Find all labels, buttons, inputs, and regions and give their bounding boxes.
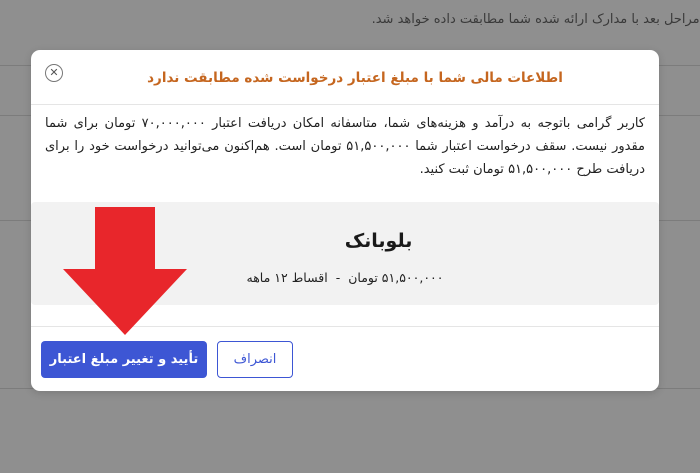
loan-amount: ۵۱,۵۰۰,۰۰۰ تومان <box>348 270 444 285</box>
blu-logo-icon: blu <box>251 224 340 258</box>
background-text: ر مراحل بعد با مدارک ارائه شده شما مطابق… <box>371 12 700 27</box>
title-divider <box>31 104 659 105</box>
svg-text:blu: blu <box>296 225 297 254</box>
loan-installments: اقساط ۱۲ ماهه <box>246 270 328 285</box>
close-icon[interactable]: ✕ <box>45 64 63 82</box>
red-down-arrow-icon <box>63 207 187 335</box>
brand-name: بلوبانک <box>344 230 413 252</box>
dialog-description: کاربر گرامی باتوجه به درآمد و هزینه‌های … <box>45 116 645 177</box>
dialog-title: اطلاعات مالی شما با مبلغ اعتبار درخواست … <box>147 70 563 86</box>
info-separator: - <box>335 270 341 285</box>
cancel-button[interactable]: انصراف <box>217 341 293 378</box>
confirm-change-amount-button[interactable]: تأیید و تغییر مبلغ اعتبار <box>41 341 207 378</box>
